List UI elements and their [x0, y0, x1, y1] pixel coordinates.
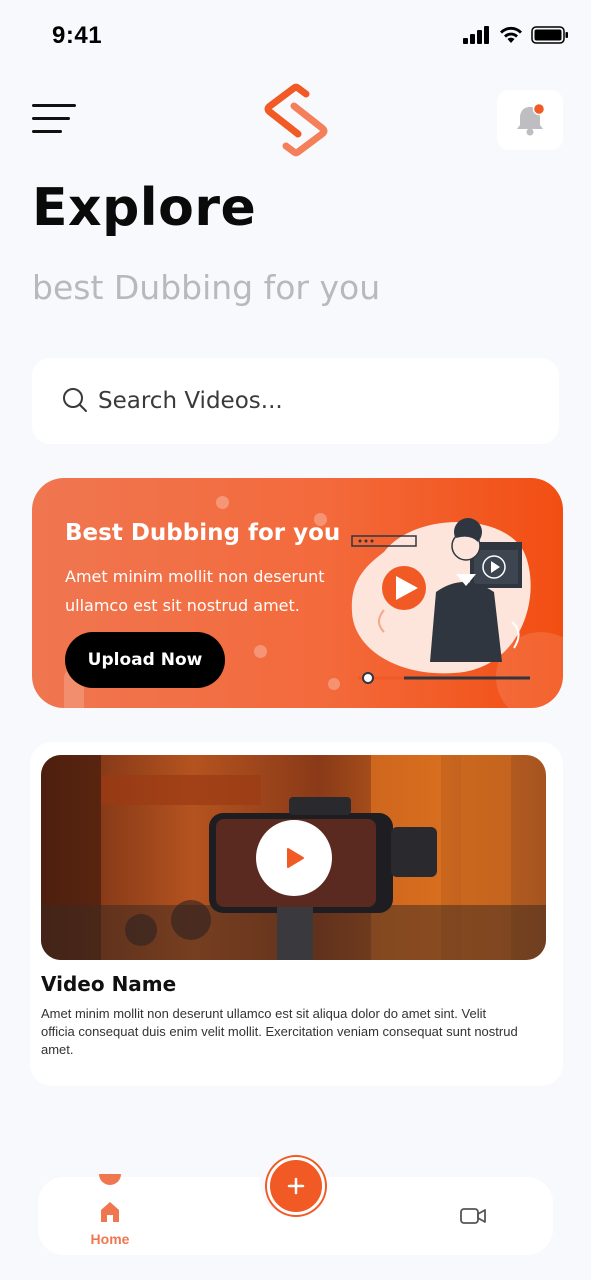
menu-icon-bar [32, 130, 62, 133]
status-time: 9:41 [52, 22, 103, 49]
promo-title: Best Dubbing for you [65, 520, 341, 546]
video-name: Video Name [41, 972, 177, 996]
dubbing-illustration [351, 518, 531, 684]
menu-icon-bar [32, 117, 70, 120]
status-icons [463, 26, 569, 44]
nav-home-label: Home [90, 1231, 130, 1247]
decor-dot [328, 678, 340, 690]
plus-icon [287, 1177, 305, 1195]
wifi-icon [500, 26, 522, 43]
page-title: Explore [32, 178, 257, 238]
video-thumbnail[interactable] [41, 755, 546, 960]
add-button[interactable] [267, 1157, 325, 1215]
video-description: Amet minim mollit non deserunt ullamco e… [41, 1006, 518, 1057]
nav-home-tab[interactable]: Home [76, 1177, 144, 1255]
menu-icon-bar [32, 104, 76, 107]
play-icon [287, 848, 304, 868]
menu-button[interactable] [32, 104, 78, 136]
decor-dot [216, 496, 229, 509]
notification-button[interactable] [497, 90, 563, 150]
search-box[interactable] [32, 358, 559, 444]
signal-icon [463, 26, 489, 44]
play-button[interactable] [256, 820, 332, 896]
battery-icon [531, 26, 568, 44]
brand-logo-icon [264, 83, 328, 157]
video-camera-icon [460, 1208, 486, 1224]
promo-banner: Best Dubbing for you Amet minim mollit n… [32, 478, 563, 708]
home-icon [101, 1202, 119, 1222]
nav-video-tab[interactable] [458, 1201, 488, 1231]
promo-text: Amet minim mollit non deserunt ullamco e… [65, 567, 325, 615]
decor-dot [254, 645, 267, 658]
upload-now-button[interactable]: Upload Now [65, 632, 225, 688]
page-subtitle: best Dubbing for you [32, 268, 381, 307]
video-card[interactable]: Video Name Amet minim mollit non deserun… [30, 742, 563, 1086]
search-icon [63, 388, 87, 412]
search-input[interactable] [96, 378, 540, 424]
bell-icon [517, 103, 546, 136]
